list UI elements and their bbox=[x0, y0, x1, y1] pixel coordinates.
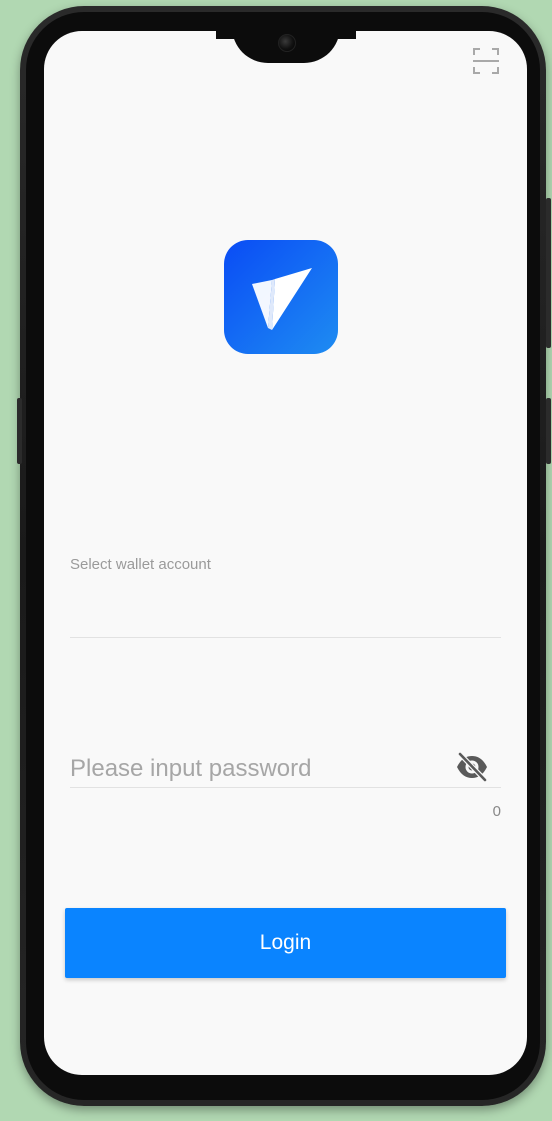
password-input[interactable] bbox=[70, 749, 450, 789]
password-underline bbox=[70, 787, 501, 788]
scan-frame-icon[interactable] bbox=[472, 47, 500, 75]
paper-plane-logo-icon bbox=[252, 268, 312, 330]
eye-off-icon[interactable] bbox=[455, 752, 489, 782]
password-char-count: 0 bbox=[492, 803, 501, 820]
account-underline bbox=[70, 637, 501, 638]
login-button[interactable]: Login bbox=[65, 908, 506, 978]
app-screen: Select wallet account 0 Login bbox=[44, 31, 527, 1075]
wallet-account-select[interactable]: Select wallet account bbox=[70, 556, 211, 573]
phone-volume-button bbox=[17, 398, 22, 464]
phone-power-button bbox=[546, 198, 551, 348]
app-logo bbox=[224, 240, 338, 354]
phone-side-button bbox=[546, 398, 551, 464]
front-camera bbox=[278, 34, 296, 52]
